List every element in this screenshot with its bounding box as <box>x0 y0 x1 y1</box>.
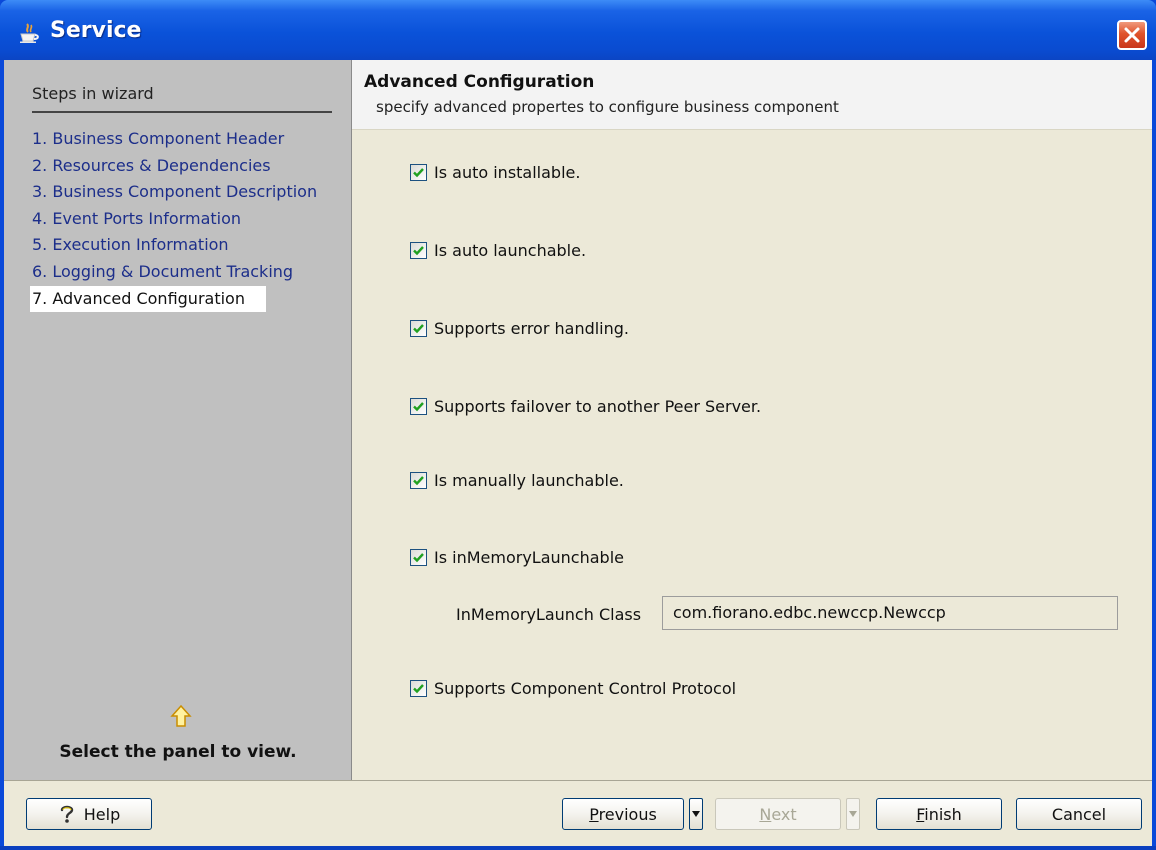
help-label: Help <box>83 804 121 824</box>
checkbox[interactable] <box>410 679 427 697</box>
finish-label-post: inish <box>924 804 962 824</box>
title-bar[interactable]: Service <box>0 0 1156 60</box>
checkbox[interactable] <box>410 471 427 489</box>
checkmark-icon <box>413 552 424 562</box>
checkbox[interactable] <box>410 163 427 181</box>
option-label: Supports failover to another Peer Server… <box>434 396 762 416</box>
sidebar-title: Steps in wizard <box>32 84 332 113</box>
checkbox[interactable] <box>410 319 427 337</box>
option-error-handling[interactable]: Supports error handling. <box>410 316 629 340</box>
option-component-control-protocol[interactable]: Supports Component Control Protocol <box>410 676 736 700</box>
triangle-down-icon <box>692 811 700 817</box>
option-label: Supports error handling. <box>434 318 630 338</box>
checkmark-icon <box>413 683 424 693</box>
step-item-4[interactable]: 4. Event Ports Information <box>32 206 342 233</box>
question-mark-icon <box>60 805 73 823</box>
option-label: Is auto installable. <box>434 162 581 182</box>
wizard-window: Service Steps in wizard 1. Business Comp… <box>0 0 1156 850</box>
previous-button[interactable]: Previous <box>562 798 684 830</box>
panel-header: Advanced Configuration specify advanced … <box>352 60 1152 130</box>
previous-label: Previous <box>589 805 657 824</box>
window-title: Service <box>50 18 142 43</box>
panel-title: Advanced Configuration <box>364 72 595 92</box>
help-button[interactable]: Help <box>26 798 152 830</box>
steps-list: 1. Business Component Header 2. Resource… <box>30 126 342 313</box>
config-panel: Advanced Configuration specify advanced … <box>352 60 1152 780</box>
close-icon <box>1124 27 1140 43</box>
cancel-label: Cancel <box>1051 804 1107 824</box>
previous-label-post: revious <box>598 804 657 824</box>
option-label: Supports Component Control Protocol <box>434 678 737 698</box>
option-label: Is inMemoryLaunchable <box>434 547 624 567</box>
checkmark-icon <box>413 401 424 411</box>
next-label-post: ext <box>771 804 797 824</box>
window-bottom-edge <box>0 846 1156 850</box>
option-manually-launchable[interactable]: Is manually launchable. <box>410 468 624 492</box>
finish-label: Finish <box>916 805 962 824</box>
cancel-button[interactable]: Cancel <box>1016 798 1142 830</box>
step-item-2[interactable]: 2. Resources & Dependencies <box>32 153 342 180</box>
checkmark-icon <box>413 167 424 177</box>
checkmark-icon <box>413 323 424 333</box>
next-button[interactable]: Next <box>715 798 841 830</box>
previous-dropdown[interactable] <box>689 798 703 830</box>
java-cup-icon <box>20 23 39 43</box>
option-auto-installable[interactable]: Is auto installable. <box>410 160 580 184</box>
triangle-down-icon <box>849 811 857 817</box>
checkbox[interactable] <box>410 241 427 259</box>
checkbox[interactable] <box>410 397 427 415</box>
next-mnemonic: N <box>759 804 772 824</box>
steps-sidebar: Steps in wizard 1. Business Component He… <box>4 60 352 780</box>
launch-class-label: InMemoryLaunch Class <box>456 605 642 624</box>
checkmark-icon <box>413 475 424 485</box>
step-item-7-active[interactable]: 7. Advanced Configuration <box>30 285 266 313</box>
option-in-memory-launchable[interactable]: Is inMemoryLaunchable <box>410 545 624 569</box>
up-arrow-icon <box>170 704 192 727</box>
step-item-3[interactable]: 3. Business Component Description <box>32 179 342 206</box>
step-item-6[interactable]: 6. Logging & Document Tracking <box>32 259 342 286</box>
step-item-5[interactable]: 5. Execution Information <box>32 232 342 259</box>
checkbox[interactable] <box>410 548 427 566</box>
option-label: Is auto launchable. <box>434 240 587 260</box>
wizard-body: Steps in wizard 1. Business Component He… <box>4 60 1152 846</box>
checkmark-icon <box>413 245 424 255</box>
next-label: Next <box>759 805 796 824</box>
next-dropdown[interactable] <box>846 798 860 830</box>
close-button[interactable] <box>1117 20 1147 50</box>
option-failover[interactable]: Supports failover to another Peer Server… <box>410 394 761 418</box>
launch-class-field[interactable]: com.fiorano.edbc.newccp.Newccp <box>662 596 1118 630</box>
previous-mnemonic: P <box>589 804 599 824</box>
step-item-1[interactable]: 1. Business Component Header <box>32 126 342 153</box>
panel-subtitle: specify advanced propertes to configure … <box>376 98 839 116</box>
sidebar-hint: Select the panel to view. <box>59 742 297 762</box>
button-bar: Help Previous Next Finish Cancel <box>4 780 1152 846</box>
option-auto-launchable[interactable]: Is auto launchable. <box>410 238 586 262</box>
finish-button[interactable]: Finish <box>876 798 1002 830</box>
option-label: Is manually launchable. <box>434 470 624 490</box>
